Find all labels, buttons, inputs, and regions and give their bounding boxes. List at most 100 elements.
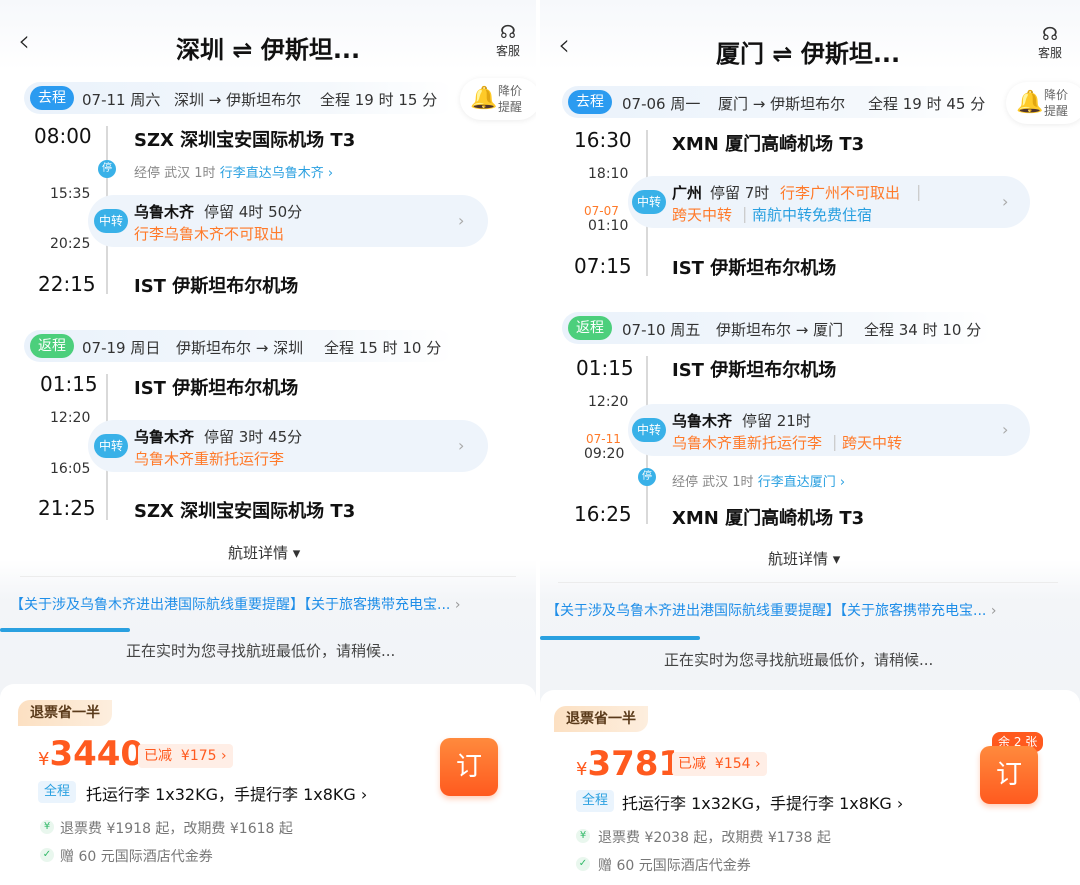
transfer-city: 乌鲁木齐 bbox=[134, 428, 195, 446]
departure-airport: IST 伊斯坦布尔机场 bbox=[672, 360, 837, 381]
refund-save-tag: 退票省一半 bbox=[18, 700, 112, 726]
transfer-badge: 中转 bbox=[632, 190, 666, 214]
flight-details-toggle[interactable]: 航班详情 ▾ bbox=[228, 542, 300, 563]
fare-card[interactable]: 退票省一半 ¥3440 已减 ¥175 › 订 全程 托运行李 1x32KG，手… bbox=[0, 684, 536, 885]
customer-service-button[interactable]: ☊ 客服 bbox=[1038, 26, 1062, 61]
transfer-note: 行李乌鲁木齐不可取出 bbox=[134, 225, 285, 243]
transfer-card[interactable]: 中转 乌鲁木齐 停留 21时 乌鲁木齐重新托运行李 | 跨天中转 › bbox=[628, 404, 1030, 456]
arrival-airport: IST 伊斯坦布尔机场 bbox=[134, 276, 299, 297]
discount-badge[interactable]: 已减 ¥154 › bbox=[672, 752, 767, 776]
outbound-date: 07-06 周一 bbox=[622, 95, 701, 113]
return-header: 返程 07-19 周日 伊斯坦布尔 → 深圳 全程 15 时 10 分 bbox=[24, 330, 454, 362]
outbound-route: 深圳 → 伊斯坦布尔 bbox=[174, 91, 302, 109]
chevron-right-icon: › bbox=[458, 436, 465, 455]
price-alert-button[interactable]: 🔔 降价 提醒 bbox=[1006, 82, 1080, 124]
chevron-right-icon: › bbox=[1002, 420, 1009, 439]
headset-icon: ☊ bbox=[500, 22, 516, 43]
check-icon: ✓ bbox=[40, 848, 54, 862]
discount-badge[interactable]: 已减 ¥175 › bbox=[138, 744, 233, 768]
transfer-badge: 中转 bbox=[632, 418, 666, 442]
departure-time: 01:15 bbox=[40, 372, 98, 396]
free-hotel-note[interactable]: 南航中转免费住宿 bbox=[752, 204, 872, 225]
flight-details-toggle[interactable]: 航班详情 ▾ bbox=[768, 548, 840, 569]
yen-icon: ¥ bbox=[576, 829, 590, 843]
fare-card[interactable]: 退票省一半 ¥3781 已减 ¥154 › 余 2 张 订 全程 托运行李 1x… bbox=[540, 690, 1080, 885]
baggage-info[interactable]: 托运行李 1x32KG，手提行李 1x8KG › bbox=[86, 781, 367, 805]
transfer-departure-time: 09:20 bbox=[584, 446, 625, 462]
return-route: 伊斯坦布尔 → 厦门 bbox=[716, 321, 844, 339]
refund-fee: 退票费 ¥1918 起，改期费 ¥1618 起 bbox=[60, 821, 293, 837]
transfer-departure-time: 20:25 bbox=[50, 236, 91, 252]
departure-airport: XMN 厦门高崎机场 T3 bbox=[672, 134, 865, 155]
arrival-airport: SZX 深圳宝安国际机场 T3 bbox=[134, 501, 356, 522]
page-title: 深圳 ⇌ 伊斯坦... bbox=[176, 36, 361, 64]
transfer-city: 广州 bbox=[672, 184, 703, 202]
departure-airport: IST 伊斯坦布尔机场 bbox=[134, 378, 299, 399]
transfer-departure-date: 07-07 bbox=[584, 204, 619, 218]
hotel-voucher: 赠 60 元国际酒店代金券 bbox=[60, 849, 213, 865]
return-tag: 返程 bbox=[568, 316, 612, 340]
page-title: 厦门 ⇌ 伊斯坦... bbox=[716, 40, 901, 68]
transfer-departure-date: 07-11 bbox=[586, 432, 621, 446]
return-date: 07-10 周五 bbox=[622, 321, 701, 339]
searching-text: 正在实时为您寻找航班最低价，请稍候... bbox=[664, 651, 934, 669]
return-duration: 全程 15 时 10 分 bbox=[324, 339, 442, 357]
transfer-city: 乌鲁木齐 bbox=[134, 203, 195, 221]
transfer-card[interactable]: 中转 乌鲁木齐 停留 4时 50分 行李乌鲁木齐不可取出 › bbox=[88, 195, 488, 247]
itinerary-panel-xiamen: ‹ 厦门 ⇌ 伊斯坦... ☊ 客服 去程 07-06 周一 厦门 → 伊斯坦布… bbox=[540, 0, 1080, 885]
overnight-transfer-note: 跨天中转 bbox=[842, 434, 903, 452]
baggage-through-link[interactable]: 行李直达乌鲁木齐 › bbox=[220, 166, 333, 181]
yen-icon: ¥ bbox=[40, 820, 54, 834]
notice-banner[interactable]: 【关于涉及乌鲁木齐进出港国际航线重要提醒】【关于旅客携带充电宝... › bbox=[546, 600, 996, 620]
overnight-transfer-note: 跨天中转 bbox=[672, 206, 733, 224]
arrival-time: 16:25 bbox=[574, 502, 632, 526]
transfer-arrival-time: 12:20 bbox=[50, 410, 91, 426]
divider bbox=[558, 582, 1058, 583]
outbound-route: 厦门 → 伊斯坦布尔 bbox=[718, 95, 846, 113]
transfer-stay: 停留 4时 50分 bbox=[204, 203, 303, 221]
baggage-info[interactable]: 托运行李 1x32KG，手提行李 1x8KG › bbox=[622, 790, 903, 814]
divider bbox=[20, 576, 516, 577]
arrival-time: 21:25 bbox=[38, 496, 96, 520]
transfer-city: 乌鲁木齐 bbox=[672, 412, 733, 430]
price-alert-button[interactable]: 🔔 降价 提醒 bbox=[460, 78, 536, 120]
outbound-date: 07-11 周六 bbox=[82, 91, 161, 109]
return-duration: 全程 34 时 10 分 bbox=[864, 321, 982, 339]
transfer-badge: 中转 bbox=[94, 209, 128, 233]
return-route: 伊斯坦布尔 → 深圳 bbox=[176, 339, 304, 357]
full-trip-tag: 全程 bbox=[38, 781, 77, 803]
outbound-tag: 去程 bbox=[30, 86, 74, 110]
departure-airport: SZX 深圳宝安国际机场 T3 bbox=[134, 130, 356, 151]
book-button[interactable]: 订 bbox=[980, 746, 1038, 804]
stopover-icon: 停 bbox=[638, 468, 656, 486]
outbound-tag: 去程 bbox=[568, 90, 612, 114]
check-icon: ✓ bbox=[576, 857, 590, 871]
searching-text: 正在实时为您寻找航班最低价，请稍候... bbox=[126, 642, 396, 660]
transfer-card[interactable]: 中转 广州 停留 7时 行李广州不可取出 | 跨天中转 | 南航中转免费住宿 › bbox=[628, 176, 1030, 228]
transfer-departure-time: 01:10 bbox=[588, 218, 629, 234]
hotel-voucher: 赠 60 元国际酒店代金券 bbox=[598, 858, 751, 874]
transfer-stay: 停留 21时 bbox=[742, 412, 811, 430]
fare-price: ¥3781 bbox=[576, 744, 683, 784]
notice-banner[interactable]: 【关于涉及乌鲁木齐进出港国际航线重要提醒】【关于旅客携带充电宝... › bbox=[10, 594, 460, 614]
arrival-airport: XMN 厦门高崎机场 T3 bbox=[672, 508, 865, 529]
outbound-duration: 全程 19 时 45 分 bbox=[868, 95, 986, 113]
transfer-departure-time: 16:05 bbox=[50, 461, 91, 477]
transfer-note: 行李广州不可取出 bbox=[780, 184, 901, 202]
back-button[interactable]: ‹ bbox=[558, 28, 570, 63]
departure-time: 16:30 bbox=[574, 128, 632, 152]
outbound-header: 去程 07-11 周六 深圳 → 伊斯坦布尔 全程 19 时 15 分 bbox=[24, 82, 454, 114]
refund-save-tag: 退票省一半 bbox=[554, 706, 648, 732]
transfer-note: 乌鲁木齐重新托运行李 bbox=[672, 434, 823, 452]
transfer-card[interactable]: 中转 乌鲁木齐 停留 3时 45分 乌鲁木齐重新托运行李 › bbox=[88, 420, 488, 472]
transfer-badge: 中转 bbox=[94, 434, 128, 458]
customer-service-button[interactable]: ☊ 客服 bbox=[496, 24, 520, 59]
outbound-duration: 全程 19 时 15 分 bbox=[320, 91, 438, 109]
chevron-right-icon: › bbox=[1002, 192, 1009, 211]
book-button[interactable]: 订 bbox=[440, 738, 498, 796]
transfer-arrival-time: 15:35 bbox=[50, 186, 91, 202]
itinerary-panel-shenzhen: ‹ 深圳 ⇌ 伊斯坦... ☊ 客服 去程 07-11 周六 深圳 → 伊斯坦布… bbox=[0, 0, 536, 885]
baggage-through-link[interactable]: 行李直达厦门 › bbox=[758, 475, 845, 490]
arrival-time: 22:15 bbox=[38, 272, 96, 296]
back-button[interactable]: ‹ bbox=[18, 24, 30, 59]
